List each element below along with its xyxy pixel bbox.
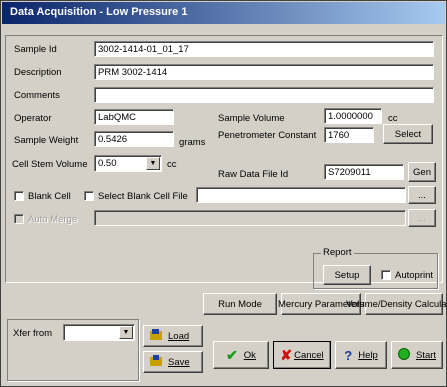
blank-cell-label: Blank Cell [28, 191, 71, 202]
operator-field[interactable]: LabQMC [94, 109, 174, 125]
question-icon: ? [344, 347, 353, 363]
select-blank-cell-file-label: Select Blank Cell File [98, 191, 188, 202]
chevron-down-icon[interactable]: ▼ [119, 326, 133, 339]
start-button[interactable]: Start [391, 341, 443, 369]
run-mode-button[interactable]: Run Mode [203, 293, 277, 315]
sample-weight-unit: grams [179, 137, 206, 148]
description-label: Description [14, 67, 62, 78]
sample-weight-field[interactable]: 0.5426 [94, 131, 174, 147]
xfer-from-label: Xfer from [13, 328, 53, 339]
load-button[interactable]: Load [143, 325, 203, 347]
load-label: Load [168, 330, 190, 342]
save-button[interactable]: Save [143, 351, 203, 373]
cell-stem-volume-unit: cc [167, 159, 177, 170]
close-icon: ✘ [280, 346, 293, 363]
report-group-label: Report [321, 247, 354, 258]
window-title: Data Acquisition - Low Pressure 1 [10, 6, 188, 18]
load-icon [150, 329, 162, 343]
start-icon [397, 347, 410, 363]
cell-stem-volume-label: Cell Stem Volume [12, 159, 88, 170]
blank-cell-file-field[interactable] [196, 187, 406, 203]
data-acquisition-window: Data Acquisition - Low Pressure 1 Sample… [0, 0, 447, 387]
comments-field[interactable] [94, 87, 434, 103]
check-icon: ✔ [226, 346, 238, 363]
sample-volume-label: Sample Volume [218, 113, 285, 124]
ok-button[interactable]: ✔ Ok [213, 341, 269, 369]
blank-cell-checkbox[interactable] [14, 191, 24, 201]
comments-label: Comments [14, 90, 60, 101]
select-penetrometer-button[interactable]: Select [383, 124, 433, 144]
sample-volume-field[interactable]: 1.0000000 [324, 108, 382, 124]
cell-stem-volume-value: 0.50 [98, 158, 117, 169]
select-blank-cell-file-checkbox[interactable] [84, 191, 94, 201]
auto-merge-field[interactable] [94, 210, 406, 226]
operator-label: Operator [14, 113, 52, 124]
volume-density-button[interactable]: Volume/Density Calculation [346, 293, 447, 315]
sample-weight-label: Sample Weight [14, 135, 79, 146]
help-button[interactable]: ? Help [335, 341, 387, 369]
browse-auto-merge-button[interactable]: ... [408, 209, 436, 227]
xfer-from-dropdown[interactable]: ▼ [63, 324, 135, 341]
save-icon [150, 355, 162, 369]
autoprint-label: Autoprint [395, 270, 434, 281]
ok-label: Ok [243, 349, 256, 361]
start-label: Start [415, 349, 437, 361]
form-panel: Sample Id 3002-1414-01_01_17 Description… [5, 35, 443, 283]
raw-data-file-id-label: Raw Data File Id [218, 169, 289, 180]
help-label: Help [358, 349, 378, 361]
sample-volume-unit: cc [388, 113, 398, 124]
gen-button[interactable]: Gen [408, 162, 436, 182]
raw-data-file-id-field[interactable]: S7209011 [324, 164, 404, 180]
cancel-label: Cancel [294, 349, 324, 361]
penetrometer-constant-label: Penetrometer Constant [218, 130, 317, 141]
cell-stem-volume-dropdown[interactable]: 0.50 ▼ [94, 155, 162, 172]
description-field[interactable]: PRM 3002-1414 [94, 64, 434, 80]
autoprint-checkbox[interactable] [381, 270, 391, 280]
chevron-down-icon[interactable]: ▼ [146, 157, 160, 170]
cancel-button[interactable]: ✘ Cancel [273, 341, 331, 369]
sample-id-field[interactable]: 3002-1414-01_01_17 [94, 41, 434, 57]
auto-merge-label: Auto Merge [28, 214, 78, 225]
save-label: Save [168, 356, 190, 368]
penetrometer-constant-field[interactable]: 1760 [324, 127, 374, 143]
setup-button[interactable]: Setup [323, 265, 371, 285]
auto-merge-checkbox[interactable] [14, 214, 24, 224]
title-bar: Data Acquisition - Low Pressure 1 [2, 2, 445, 24]
sample-id-label: Sample Id [14, 44, 57, 55]
browse-blank-cell-button[interactable]: ... [408, 186, 436, 204]
